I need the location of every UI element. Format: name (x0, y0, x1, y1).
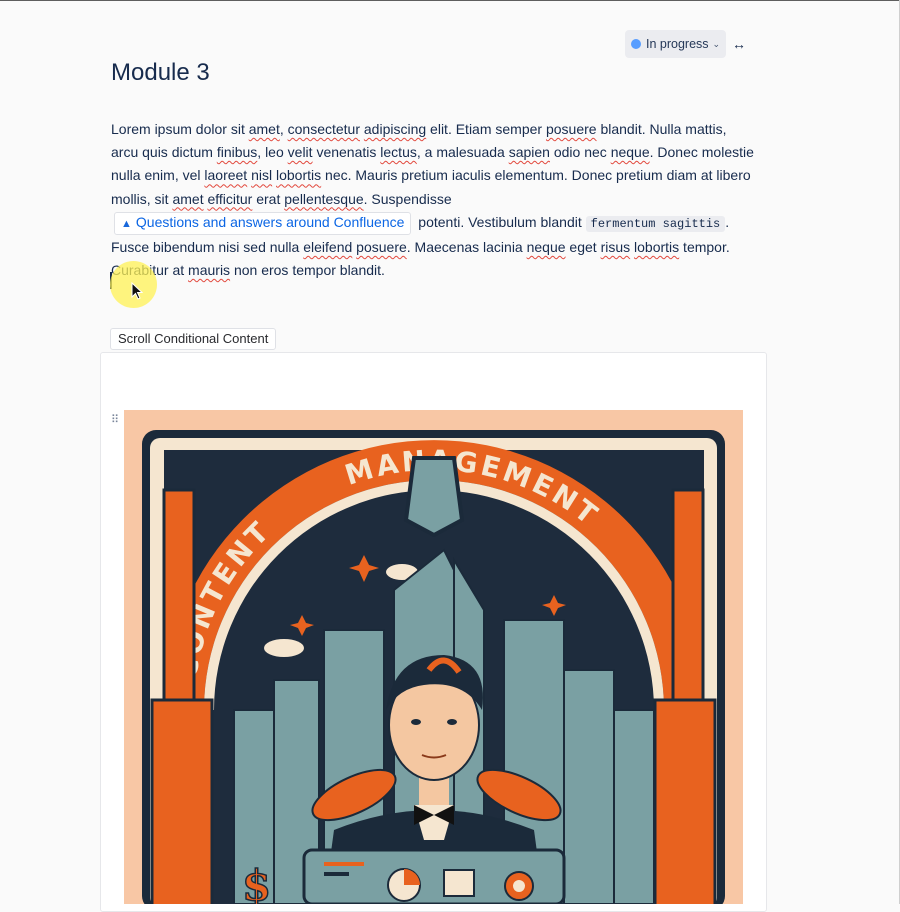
misspelled-word: neque (610, 144, 650, 161)
inline-page-link[interactable]: ▲ Questions and answers around Confluence (114, 211, 412, 235)
misspelled-word: amet (172, 190, 204, 207)
misspelled-word: consectetur (287, 121, 360, 137)
status-dot (631, 39, 641, 49)
text-run: , (279, 121, 288, 137)
macro-label[interactable]: Scroll Conditional Content (110, 328, 277, 350)
text-run: venenatis (312, 144, 381, 161)
misspelled-word: efficitur (207, 190, 253, 207)
content-management-image[interactable]: CONTENTMANAGEMENT (124, 410, 743, 904)
target-center (513, 880, 525, 892)
text-run: , a malesuada (416, 144, 509, 161)
misspelled-word: lectus (380, 144, 417, 161)
misspelled-word: mauris (188, 262, 231, 279)
text-run: odio nec (549, 144, 611, 161)
body-paragraph[interactable]: Lorem ipsum dolor sit amet, consectetur … (111, 118, 756, 282)
bar-chart-icon (443, 869, 475, 897)
man-eye (447, 719, 457, 725)
mouse-pointer-icon (131, 282, 143, 300)
misspelled-word: risus (600, 239, 631, 256)
status-label: In progress (646, 37, 709, 51)
text-run: elit. Etiam semper (426, 121, 546, 137)
misspelled-word: amet (248, 121, 280, 137)
window-top-border (0, 0, 900, 1)
status-lozenge[interactable]: In progress ⌄ (625, 30, 726, 58)
chevron-down-icon: ⌄ (712, 38, 721, 49)
misspelled-word: laoreet (204, 167, 248, 184)
dashboard-line (324, 862, 364, 866)
inline-code: fermentum sagittis (585, 215, 726, 232)
text-run: . Maecenas lacinia (406, 239, 527, 256)
dollar-sign-icon: $ (242, 861, 271, 904)
inline-page-link-label: Questions and answers around Confluence (135, 213, 405, 230)
misspelled-word: finibus (216, 144, 258, 161)
cloud-shape (264, 639, 304, 657)
left-pillar (162, 488, 196, 702)
right-pillar (671, 488, 705, 702)
misspelled-word: adipiscing (363, 121, 427, 137)
misspelled-word: posuere (545, 121, 597, 137)
text-run: , leo (257, 144, 288, 161)
expand-width-icon[interactable]: ↔ (732, 36, 746, 52)
misspelled-word: pellentesque (284, 190, 364, 207)
text-run: eget (565, 239, 601, 256)
poster-illustration: CONTENTMANAGEMENT (142, 430, 725, 904)
text-run: . Suspendisse (363, 190, 452, 207)
drag-handle-icon[interactable]: ⠿ (111, 413, 119, 426)
misspelled-word: posuere (356, 239, 407, 256)
misspelled-word: nisl (251, 167, 273, 184)
misspelled-word: lobortis (634, 239, 680, 256)
right-column (653, 698, 717, 904)
page-title: Module 3 (111, 59, 210, 86)
misspelled-word: lobortis (276, 167, 322, 184)
keystone (403, 456, 465, 538)
text-run: non eros tempor blandit. (230, 262, 385, 279)
misspelled-word: eleifend (303, 239, 353, 256)
left-column (150, 698, 214, 904)
dashboard-line (324, 872, 349, 876)
text-run: potenti. Vestibulum blandit (414, 213, 586, 230)
man-eye (411, 719, 421, 725)
misspelled-word: sapien (508, 144, 550, 161)
misspelled-word: neque (526, 239, 566, 256)
misspelled-word: velit (287, 144, 313, 161)
text-run: Lorem ipsum dolor sit (111, 121, 249, 137)
confluence-icon: ▲ (121, 217, 132, 230)
text-run: erat (252, 190, 285, 207)
